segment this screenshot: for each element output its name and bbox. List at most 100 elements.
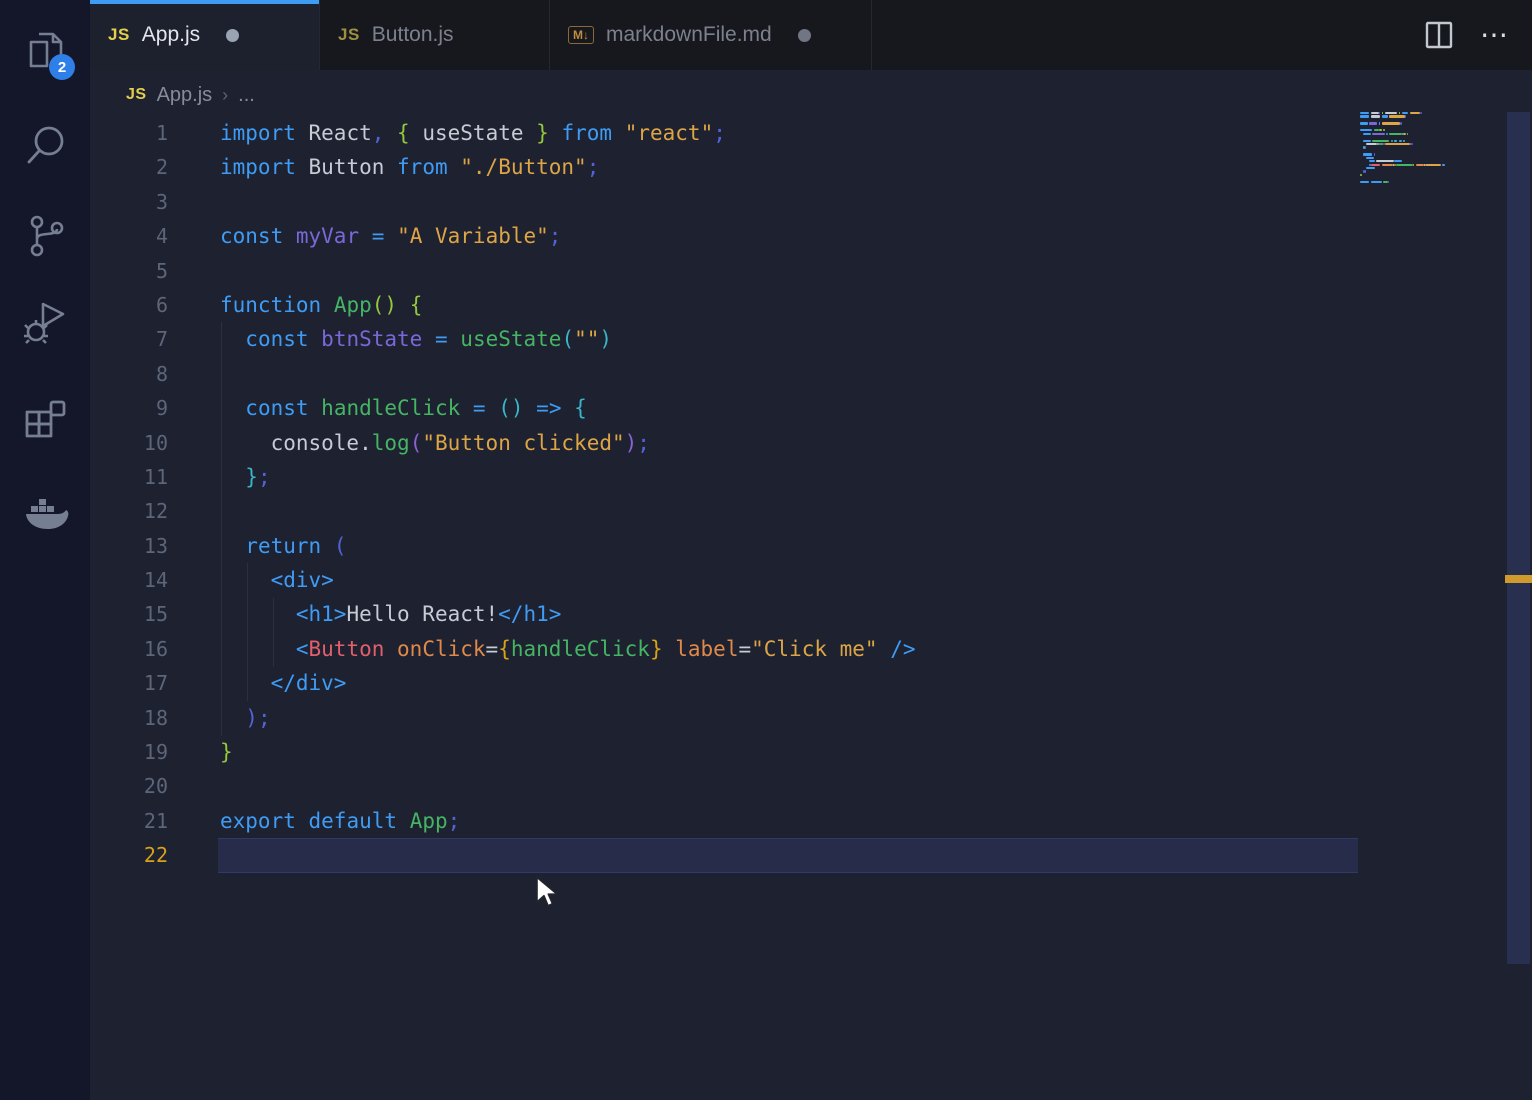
code-text: const myVar = "A Variable";	[220, 219, 561, 253]
tab-markdownfile-md[interactable]: M↓ markdownFile.md	[550, 0, 872, 70]
token: (	[409, 430, 423, 455]
token: =	[485, 636, 499, 661]
minimap-token	[1401, 112, 1409, 115]
tab-button-js[interactable]: JS Button.js	[320, 0, 550, 70]
minimap-token	[1381, 163, 1393, 166]
code-line: 22	[90, 838, 1505, 872]
token: from	[397, 155, 448, 180]
minimap-token	[1398, 139, 1402, 142]
search-icon[interactable]	[23, 122, 69, 168]
token: }	[245, 464, 258, 489]
markdown-file-icon: M↓	[568, 26, 594, 44]
explorer-icon[interactable]: 2	[23, 28, 75, 80]
minimap-token	[1384, 112, 1398, 115]
breadcrumb-file[interactable]: App.js	[157, 84, 213, 107]
tab-label: App.js	[141, 23, 201, 46]
code-line: 11 };	[90, 460, 1505, 494]
token: ;	[637, 430, 650, 455]
minimap-token	[1404, 115, 1407, 118]
editor-pane[interactable]: JS App.js › ... 1 import React, { useStat…	[90, 70, 1532, 1100]
token: )	[599, 327, 613, 352]
token: import	[220, 155, 296, 180]
minimap-token	[1366, 167, 1376, 170]
code-area[interactable]: 1 import React, { useState } from "react"…	[90, 116, 1505, 916]
code-line: 13 return (	[90, 529, 1505, 563]
line-number: 22	[143, 843, 168, 868]
code-text: return (	[220, 529, 346, 563]
token: "react"	[624, 121, 714, 145]
token: {	[397, 121, 410, 145]
minimap-token	[1370, 112, 1379, 115]
docker-icon[interactable]	[23, 492, 69, 538]
token: <div>	[270, 568, 334, 593]
minimap-line	[1360, 184, 1510, 187]
code-line: 9 const handleClick = () => {	[90, 391, 1505, 425]
minimap-token	[1373, 153, 1376, 156]
line-number: 5	[155, 258, 168, 283]
line-number: 11	[143, 464, 168, 489]
minimap-token	[1425, 163, 1441, 166]
token: </h1>	[498, 602, 562, 627]
activity-bar: 2	[0, 0, 90, 1100]
minimap-token	[1375, 160, 1395, 163]
code-line: 8	[90, 357, 1505, 391]
scrollbar[interactable]	[1505, 70, 1532, 1100]
extensions-icon[interactable]	[23, 396, 69, 442]
minimap-token	[1381, 122, 1401, 125]
modified-indicator[interactable]	[226, 28, 240, 42]
token: =	[371, 224, 385, 249]
minimap[interactable]	[1360, 112, 1510, 202]
code-text: };	[220, 460, 271, 494]
modified-indicator[interactable]	[797, 28, 811, 42]
token: default	[308, 808, 398, 833]
chevron-right-icon: ›	[222, 84, 229, 105]
code-line: 16 <Button onClick={handleClick} label="…	[90, 632, 1505, 666]
token: ;	[257, 464, 271, 489]
split-editor-icon[interactable]	[1424, 20, 1454, 50]
minimap-token	[1406, 132, 1409, 135]
token: Hello React!	[346, 602, 499, 627]
breadcrumb-symbol[interactable]: ...	[238, 84, 255, 107]
minimap-token	[1366, 142, 1378, 146]
token: }	[536, 121, 549, 145]
minimap-token	[1366, 156, 1374, 159]
line-number: 8	[155, 361, 168, 386]
token: />	[890, 636, 916, 661]
token: =	[434, 327, 448, 352]
minimap-token	[1364, 170, 1367, 173]
minimap-token	[1384, 142, 1410, 146]
token: App	[333, 292, 372, 317]
line-number: 17	[143, 671, 168, 696]
javascript-file-icon: JS	[126, 86, 147, 103]
token: "./Button"	[460, 155, 587, 180]
code-line: 5	[90, 254, 1505, 288]
line-number: 12	[143, 499, 168, 524]
token: useState	[460, 327, 562, 352]
token: btnState	[321, 327, 423, 352]
code-line: 4 const myVar = "A Variable";	[90, 219, 1505, 253]
code-line: 18 );	[90, 701, 1505, 735]
code-text: const btnState = useState("")	[220, 322, 612, 356]
token: =	[472, 396, 486, 421]
line-number: 3	[155, 189, 168, 214]
minimap-token	[1360, 173, 1362, 177]
run-debug-icon[interactable]	[23, 300, 69, 346]
scrollbar-slider[interactable]	[1507, 112, 1530, 964]
minimap-token	[1373, 129, 1379, 132]
more-actions-icon[interactable]: ⋯	[1480, 21, 1510, 49]
code-text: );	[220, 701, 270, 735]
token: )	[624, 430, 638, 455]
token: {	[574, 396, 587, 421]
minimap-token	[1360, 115, 1370, 118]
code-line: 10 console.log("Button clicked");	[90, 426, 1505, 460]
token: ;	[586, 155, 600, 180]
token: return	[245, 533, 322, 558]
code-line: 6 function App() {	[90, 288, 1505, 322]
code-text: <h1>Hello React!</h1>	[220, 597, 562, 631]
source-control-icon[interactable]	[23, 212, 69, 258]
line-number: 6	[155, 292, 168, 317]
code-line: 14 <div>	[90, 563, 1505, 597]
tab-app-js[interactable]: JS App.js	[90, 0, 320, 70]
token: handleClick	[510, 636, 650, 661]
minimap-token	[1398, 112, 1401, 115]
